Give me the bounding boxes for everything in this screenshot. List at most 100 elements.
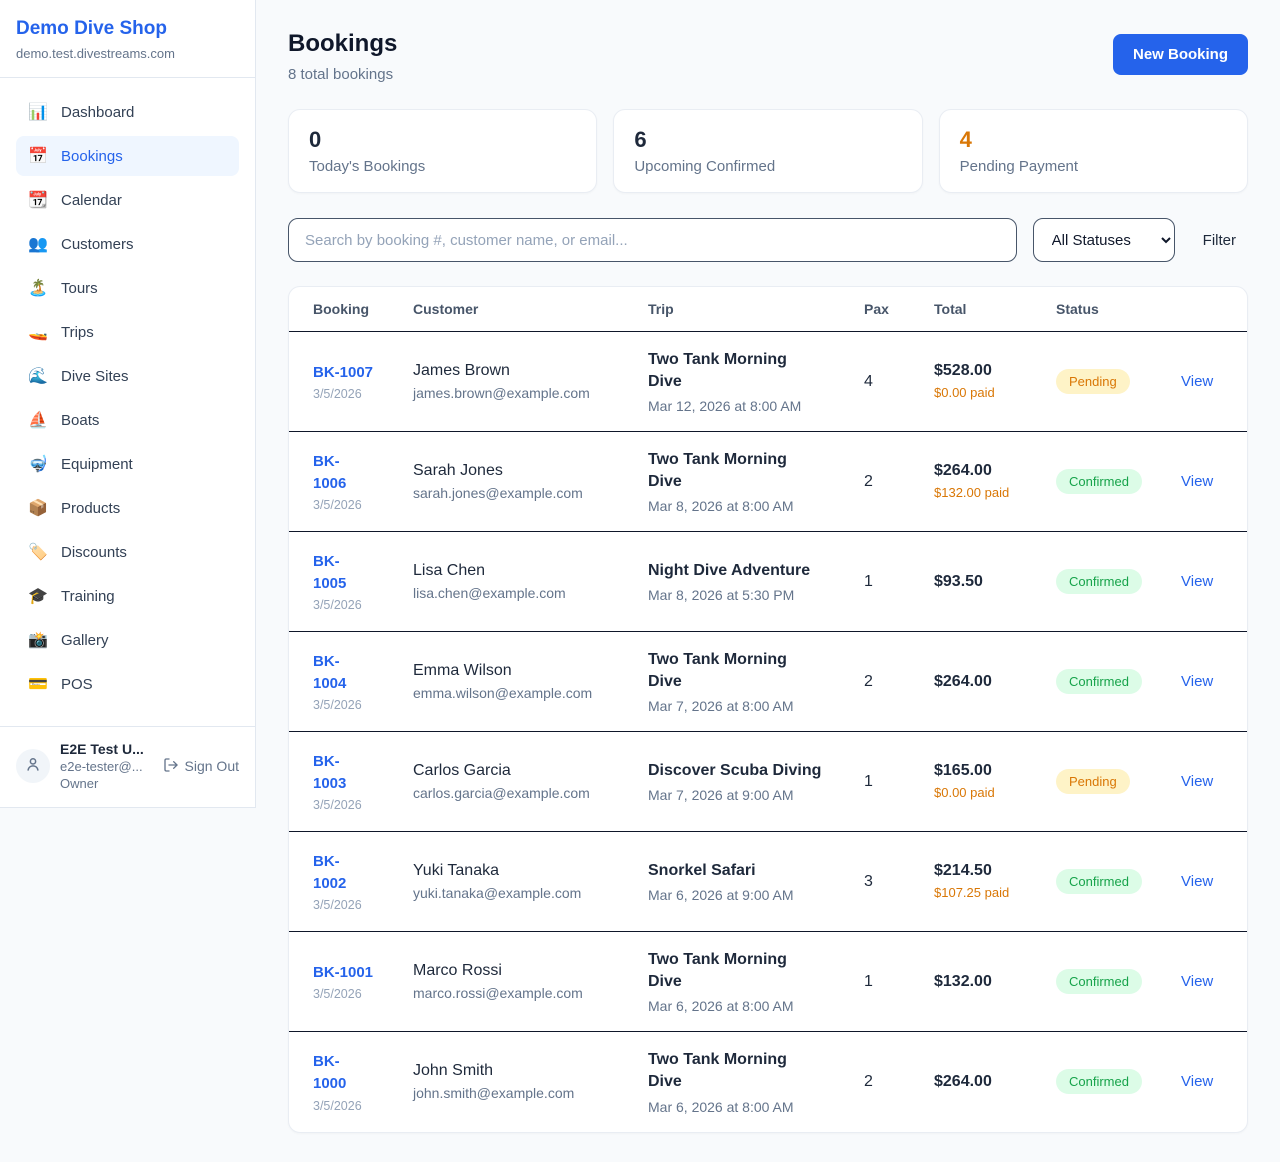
booking-id-link[interactable]: BK-1000 — [313, 1051, 389, 1095]
view-link[interactable]: View — [1181, 873, 1213, 890]
sidebar-item-label: Products — [61, 500, 120, 517]
bookings-table-card: Booking Customer Trip Pax Total Status B… — [288, 286, 1248, 1133]
stat-label: Pending Payment — [960, 158, 1227, 175]
sidebar-item-equipment[interactable]: 🤿Equipment — [16, 444, 239, 484]
booking-id-link[interactable]: BK-1002 — [313, 851, 389, 895]
graduation-cap-icon: 🎓 — [28, 586, 48, 606]
sidebar-item-tours[interactable]: 🏝️Tours — [16, 268, 239, 308]
credit-card-icon: 💳 — [28, 674, 48, 694]
booking-id-link[interactable]: BK-1003 — [313, 751, 389, 795]
sidebar-item-label: Bookings — [61, 148, 123, 165]
column-header-status: Status — [1044, 287, 1169, 332]
people-icon: 👥 — [28, 234, 48, 254]
view-link[interactable]: View — [1181, 773, 1213, 790]
table-row: BK-10003/5/2026 John Smithjohn.smith@exa… — [289, 1032, 1248, 1132]
sidebar-item-pos[interactable]: 💳 POS — [16, 664, 239, 704]
status-badge: Pending — [1056, 769, 1130, 794]
sidebar-item-boats[interactable]: ⛵Boats — [16, 400, 239, 440]
total-amount: $132.00 — [934, 973, 1032, 991]
booking-id-link[interactable]: BK-1004 — [313, 651, 389, 695]
column-header-trip: Trip — [636, 287, 852, 332]
booking-id-link[interactable]: BK-1005 — [313, 551, 389, 595]
view-link[interactable]: View — [1181, 373, 1213, 390]
page-subtitle: 8 total bookings — [288, 66, 397, 83]
camera-icon: 📸 — [28, 630, 48, 650]
new-booking-button[interactable]: New Booking — [1113, 34, 1248, 75]
table-row: BK-10073/5/2026 James Brownjames.brown@e… — [289, 332, 1248, 432]
column-header-total: Total — [922, 287, 1044, 332]
status-filter-select[interactable]: All Statuses — [1033, 218, 1175, 262]
sidebar-item-calendar[interactable]: 📆Calendar — [16, 180, 239, 220]
sidebar-item-label: POS — [61, 676, 93, 693]
sidebar-item-dive-sites[interactable]: 🌊Dive Sites — [16, 356, 239, 396]
paid-amount: $132.00 paid — [934, 484, 1016, 502]
trip-datetime: Mar 6, 2026 at 8:00 AM — [648, 998, 840, 1014]
pax-count: 3 — [852, 832, 922, 932]
status-badge: Pending — [1056, 369, 1130, 394]
trip-name: Two Tank Morning Dive — [648, 349, 823, 394]
customer-email: james.brown@example.com — [413, 385, 624, 401]
status-badge: Confirmed — [1056, 969, 1142, 994]
booking-id-link[interactable]: BK-1006 — [313, 451, 389, 495]
customer-email: marco.rossi@example.com — [413, 985, 624, 1001]
sidebar-item-training[interactable]: 🎓 Training — [16, 576, 239, 616]
sidebar-item-label: Equipment — [61, 456, 133, 473]
customer-name: Emma Wilson — [413, 662, 624, 680]
booking-id-link[interactable]: BK-1001 — [313, 962, 389, 984]
trip-name: Discover Scuba Diving — [648, 760, 823, 782]
customer-name: Lisa Chen — [413, 562, 624, 580]
booking-date: 3/5/2026 — [313, 387, 389, 401]
column-header-booking: Booking — [289, 287, 401, 332]
customer-email: sarah.jones@example.com — [413, 485, 624, 501]
sidebar-item-discounts[interactable]: 🏷️ Discounts — [16, 532, 239, 572]
trip-name: Two Tank Morning Dive — [648, 949, 823, 994]
page-title: Bookings — [288, 30, 397, 58]
view-link[interactable]: View — [1181, 973, 1213, 990]
total-amount: $214.50 — [934, 862, 1032, 880]
user-name: E2E Test U... — [60, 741, 153, 757]
column-header-pax: Pax — [852, 287, 922, 332]
view-link[interactable]: View — [1181, 573, 1213, 590]
view-link[interactable]: View — [1181, 473, 1213, 490]
table-row: BK-10033/5/2026 Carlos Garciacarlos.garc… — [289, 732, 1248, 832]
trip-datetime: Mar 7, 2026 at 8:00 AM — [648, 698, 840, 714]
brand-domain: demo.test.divestreams.com — [16, 46, 239, 61]
view-link[interactable]: View — [1181, 673, 1213, 690]
sidebar-item-bookings[interactable]: 📅Bookings — [16, 136, 239, 176]
status-badge: Confirmed — [1056, 869, 1142, 894]
person-icon — [24, 755, 42, 778]
user-role: Owner — [60, 776, 153, 791]
table-row: BK-10063/5/2026 Sarah Jonessarah.jones@e… — [289, 432, 1248, 532]
brand: Demo Dive Shop demo.test.divestreams.com — [0, 0, 255, 78]
pax-count: 4 — [852, 332, 922, 432]
booking-id-link[interactable]: BK-1007 — [313, 362, 389, 384]
sidebar: Demo Dive Shop demo.test.divestreams.com… — [0, 0, 256, 808]
sidebar-item-trips[interactable]: 🚤Trips — [16, 312, 239, 352]
stat-label: Upcoming Confirmed — [634, 158, 901, 175]
customer-name: Sarah Jones — [413, 462, 624, 480]
view-link[interactable]: View — [1181, 1073, 1213, 1090]
table-row: BK-10043/5/2026 Emma Wilsonemma.wilson@e… — [289, 632, 1248, 732]
trip-datetime: Mar 8, 2026 at 8:00 AM — [648, 498, 840, 514]
table-row: BK-10053/5/2026 Lisa Chenlisa.chen@examp… — [289, 532, 1248, 632]
sidebar-item-label: Dive Sites — [61, 368, 129, 385]
search-input[interactable] — [288, 218, 1017, 262]
sidebar-item-label: Discounts — [61, 544, 127, 561]
sidebar-item-dashboard[interactable]: 📊Dashboard — [16, 92, 239, 132]
sidebar-item-gallery[interactable]: 📸Gallery — [16, 620, 239, 660]
trip-name: Snorkel Safari — [648, 860, 823, 882]
booking-date: 3/5/2026 — [313, 1099, 389, 1113]
sign-out-button[interactable]: Sign Out — [163, 757, 239, 776]
total-amount: $165.00 — [934, 762, 1032, 780]
status-badge: Confirmed — [1056, 669, 1142, 694]
sidebar-item-label: Training — [61, 588, 115, 605]
total-amount: $93.50 — [934, 573, 1032, 591]
sidebar-item-label: Calendar — [61, 192, 122, 209]
filter-button[interactable]: Filter — [1191, 232, 1248, 249]
sidebar-item-products[interactable]: 📦Products — [16, 488, 239, 528]
customer-name: Yuki Tanaka — [413, 862, 624, 880]
tag-icon: 🏷️ — [28, 542, 48, 562]
sidebar-item-customers[interactable]: 👥Customers — [16, 224, 239, 264]
customer-name: Carlos Garcia — [413, 762, 624, 780]
logout-icon — [163, 757, 179, 776]
